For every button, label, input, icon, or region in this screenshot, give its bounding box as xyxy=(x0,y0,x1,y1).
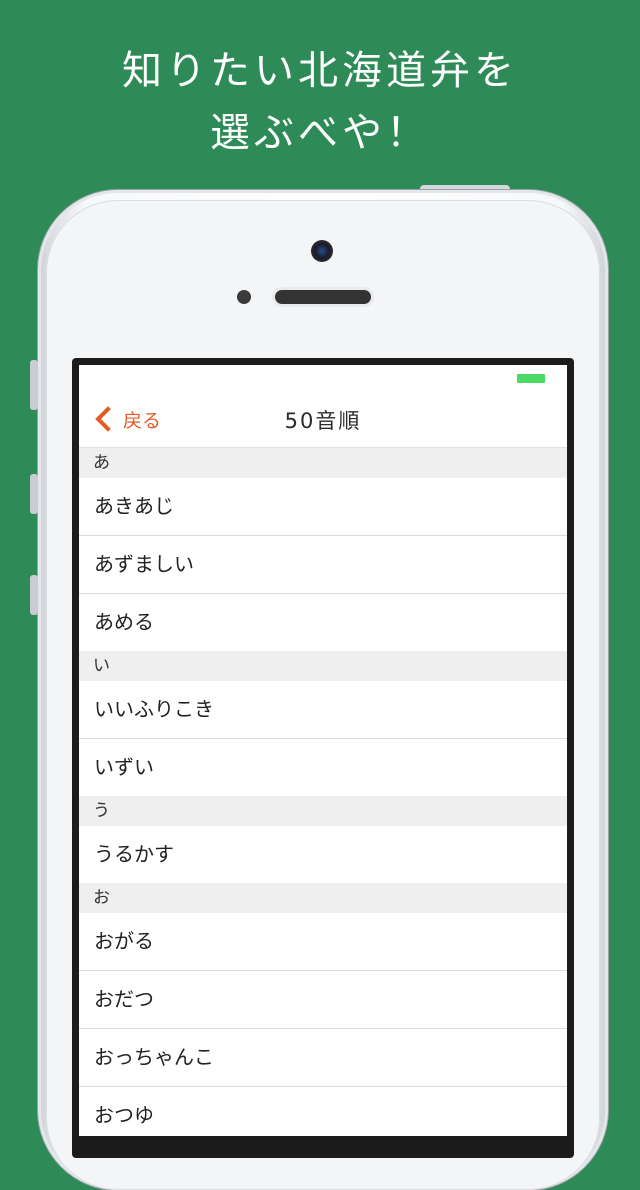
section-header-i: い xyxy=(79,651,567,681)
list-item[interactable]: あめる xyxy=(79,594,567,651)
status-bar xyxy=(79,365,567,391)
front-camera xyxy=(311,240,333,262)
earpiece-speaker xyxy=(275,290,371,304)
list-item[interactable]: あずましい xyxy=(79,536,567,594)
list-item[interactable]: いいふりこき xyxy=(79,681,567,739)
section-header-a: あ xyxy=(79,448,567,478)
volume-up-button xyxy=(30,474,38,514)
section-header-u: う xyxy=(79,796,567,826)
navigation-bar: 戻る 50音順 xyxy=(79,391,567,448)
volume-down-button xyxy=(30,575,38,615)
app-screen: 戻る 50音順 あ あきあじ あずましい あめる い いいふりこき いずい う … xyxy=(79,365,567,1136)
list-item[interactable]: あきあじ xyxy=(79,478,567,536)
list-item[interactable]: うるかす xyxy=(79,826,567,883)
list-item[interactable]: おっちゃんこ xyxy=(79,1029,567,1087)
list-item[interactable]: いずい xyxy=(79,739,567,796)
section-header-o: お xyxy=(79,883,567,913)
mute-switch xyxy=(30,360,38,410)
battery-icon xyxy=(517,374,545,383)
proximity-sensor xyxy=(237,290,251,304)
promo-headline: 知りたい北海道弁を 選ぶべや！ xyxy=(0,40,640,164)
promo-line-2: 選ぶべや！ xyxy=(210,110,430,156)
list-item[interactable]: おだつ xyxy=(79,971,567,1029)
word-list: あ あきあじ あずましい あめる い いいふりこき いずい う うるかす お お… xyxy=(79,448,567,1136)
list-item[interactable]: おつゆ xyxy=(79,1087,567,1136)
promo-line-1: 知りたい北海道弁を xyxy=(122,48,518,94)
page-title: 50音順 xyxy=(284,409,362,433)
list-item[interactable]: おがる xyxy=(79,913,567,971)
